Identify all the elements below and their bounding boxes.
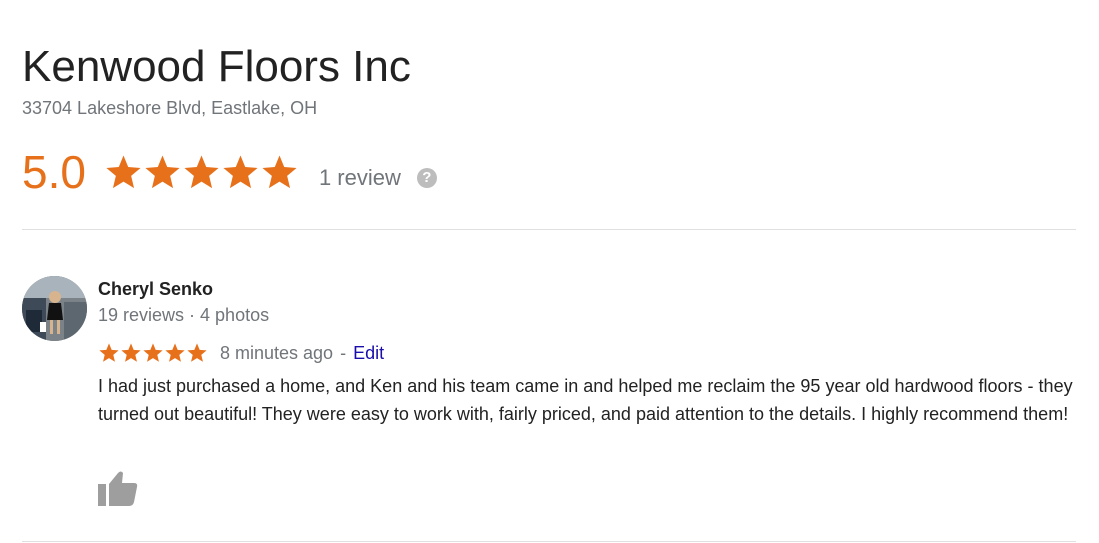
star-icon: [184, 154, 219, 188]
review-count-link[interactable]: 1 review: [319, 165, 401, 191]
reviewer-avatar[interactable]: [22, 276, 87, 341]
rating-summary: 5.0 1 review ?: [22, 144, 437, 200]
divider: [22, 229, 1076, 230]
star-icon: [99, 343, 119, 362]
star-icon: [165, 343, 185, 362]
star-icon: [187, 343, 207, 362]
review-header: 8 minutes ago - Edit: [98, 341, 384, 365]
business-address: 33704 Lakeshore Blvd, Eastlake, OH: [22, 98, 318, 118]
review-stars: [98, 342, 208, 364]
business-name: Kenwood Floors Inc: [22, 42, 411, 91]
star-icon: [145, 154, 180, 188]
star-icon: [223, 154, 258, 188]
help-icon[interactable]: ?: [416, 168, 437, 188]
reviewer-photo: [22, 276, 87, 341]
thumbs-up-icon[interactable]: [98, 470, 138, 506]
reviewer-name[interactable]: Cheryl Senko: [98, 278, 213, 300]
star-icon: [143, 343, 163, 362]
star-icon: [106, 154, 141, 188]
star-icon: [121, 343, 141, 362]
edit-review-link[interactable]: Edit: [353, 343, 384, 364]
star-icon: [262, 154, 297, 188]
reviewer-stats[interactable]: 19 reviews · 4 photos: [98, 304, 269, 326]
review-separator: -: [340, 342, 347, 363]
divider: [22, 541, 1076, 542]
rating-value: 5.0: [22, 146, 86, 198]
review-page: Kenwood Floors Inc 33704 Lakeshore Blvd,…: [0, 0, 1099, 543]
review-text: I had just purchased a home, and Ken and…: [98, 376, 1073, 424]
review-time: 8 minutes ago: [220, 342, 334, 363]
rating-stars: [104, 153, 299, 192]
